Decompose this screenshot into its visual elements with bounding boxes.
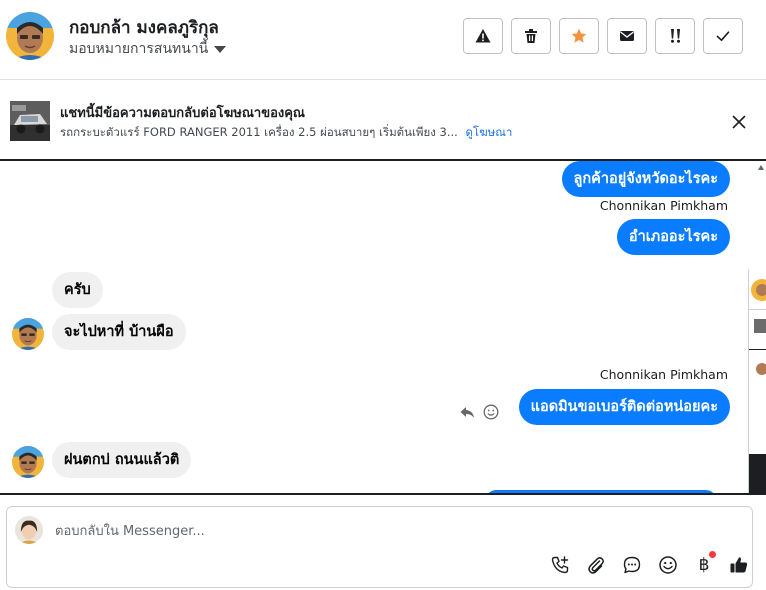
- attach-file-button[interactable]: [585, 554, 607, 576]
- follow-up-button[interactable]: [655, 18, 695, 54]
- contact-avatar-small[interactable]: [12, 446, 44, 478]
- caret-down-icon: [214, 45, 227, 53]
- conversation-header: กอบกล้า มงคลภูริกุล มอบหมายการสนทนานี้: [0, 0, 766, 80]
- contact-name[interactable]: กอบกล้า มงคลภูริกุล: [69, 14, 219, 41]
- attachment-icon: [588, 557, 604, 574]
- contact-avatar-small[interactable]: [12, 318, 44, 350]
- message-outgoing[interactable]: อำเภออะไรคะ: [616, 219, 730, 255]
- contact-avatar[interactable]: [6, 12, 54, 60]
- sender-name: Chonnikan Pimkham: [599, 367, 728, 382]
- message-outgoing[interactable]: ลูกค้าอยู่จังหวัดอะไรคะ: [561, 161, 730, 197]
- mark-unread-button[interactable]: [607, 18, 647, 54]
- sender-name: Chonnikan Pimkham: [599, 198, 728, 213]
- close-banner-button[interactable]: [728, 111, 750, 133]
- reply-input[interactable]: [55, 521, 655, 541]
- saved-reply-icon: [623, 556, 641, 574]
- react-icon[interactable]: [483, 404, 499, 420]
- add-call-icon: [551, 556, 569, 574]
- assign-conversation-dropdown[interactable]: มอบหมายการสนทนานี้: [69, 38, 227, 60]
- side-panel-edge[interactable]: [748, 269, 766, 494]
- agent-avatar: [15, 516, 43, 544]
- ad-thumbnail[interactable]: [10, 101, 50, 141]
- scroll-up-arrow-icon[interactable]: [758, 165, 764, 170]
- warning-icon: [475, 29, 491, 43]
- like-icon: [730, 557, 748, 573]
- banner-title: แชทนี้มีข้อความตอบกลับต่อโฆษณาของคุณ: [60, 106, 305, 121]
- banner-subtitle: รถกระบะตัวแรร์ FORD RANGER 2011 เครื่อง …: [60, 124, 512, 142]
- payment-icon: ฿: [698, 555, 710, 575]
- reply-composer: ฿: [6, 506, 753, 588]
- mark-done-button[interactable]: [703, 18, 743, 54]
- check-icon: [716, 31, 730, 41]
- ad-reply-banner: แชทนี้มีข้อความตอบกลับต่อโฆษณาของคุณ รถก…: [0, 81, 766, 161]
- envelope-icon: [620, 31, 634, 41]
- delete-button[interactable]: [511, 18, 551, 54]
- close-icon: [732, 115, 746, 129]
- message-incoming[interactable]: ฝนตกบ่ ถนนแล้วติ: [52, 442, 192, 478]
- exclamation-icon: [671, 29, 680, 43]
- like-button[interactable]: [728, 554, 750, 576]
- divider: [0, 493, 766, 495]
- notification-dot: [709, 551, 716, 558]
- trash-icon: [525, 29, 537, 43]
- message-outgoing[interactable]: แอดมินขอเบอร์ติดต่อหน่อยคะ: [518, 389, 730, 425]
- message-incoming[interactable]: จะไปหาที่ บ้านผือ: [52, 314, 186, 350]
- emoji-icon: [659, 556, 677, 574]
- star-button[interactable]: [559, 18, 599, 54]
- payment-button[interactable]: ฿: [693, 551, 716, 576]
- saved-reply-button[interactable]: [621, 554, 643, 576]
- message-incoming[interactable]: ครับ: [52, 272, 103, 308]
- reply-icon[interactable]: [459, 404, 475, 420]
- ad-description: รถกระบะตัวแรร์ FORD RANGER 2011 เครื่อง …: [60, 125, 458, 139]
- view-ad-link[interactable]: ดูโฆษณา: [465, 125, 512, 139]
- star-icon: [571, 28, 587, 43]
- emoji-button[interactable]: [657, 554, 679, 576]
- assign-label: มอบหมายการสนทนานี้: [69, 41, 209, 57]
- add-call-button[interactable]: [549, 554, 571, 576]
- message-thread[interactable]: ลูกค้าอยู่จังหวัดอะไรคะ Chonnikan Pimkha…: [0, 161, 766, 494]
- spam-button[interactable]: [463, 18, 503, 54]
